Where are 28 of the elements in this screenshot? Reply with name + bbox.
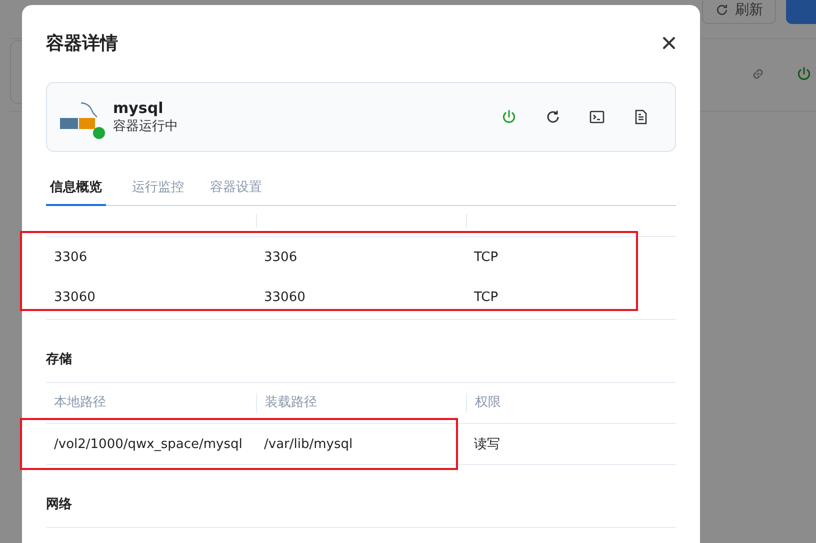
table-cell-text: 3306: [263, 250, 298, 264]
close-button[interactable]: [662, 36, 676, 50]
restart-button[interactable]: [545, 109, 561, 125]
column-header: 本地路径: [53, 394, 107, 412]
section-heading: 存储: [46, 351, 73, 368]
tab[interactable]: 运行监控: [132, 174, 184, 206]
dialog-title: 容器详情: [46, 32, 118, 55]
table-cell-text: /var/lib/mysql: [263, 436, 354, 452]
container-name: mysql: [113, 99, 164, 117]
container-status: 容器运行中: [113, 118, 178, 135]
table-cell-text: TCP: [473, 250, 500, 264]
refresh-icon: [715, 3, 729, 17]
table-cell-text: TCP: [473, 290, 500, 304]
table-cell-text: 读写: [473, 436, 501, 453]
power-button[interactable]: [501, 109, 517, 125]
log-button[interactable]: [633, 109, 649, 125]
table-cell-text: 33060: [53, 290, 96, 304]
power-icon[interactable]: [796, 66, 812, 82]
column-header: 权限: [466, 393, 676, 413]
table-cell-text: 33060: [263, 290, 306, 304]
tab[interactable]: 信息概览: [46, 174, 106, 206]
refresh-button[interactable]: 刷新: [702, 0, 776, 24]
table-cell-text: /vol2/1000/qwx_space/mysql: [53, 436, 244, 452]
terminal-button[interactable]: [589, 109, 605, 125]
section-heading: 网络: [46, 496, 73, 513]
tab[interactable]: 容器设置: [210, 174, 262, 206]
column-header: 装载路径: [256, 393, 466, 413]
table-cell-text: 3306: [53, 250, 88, 264]
